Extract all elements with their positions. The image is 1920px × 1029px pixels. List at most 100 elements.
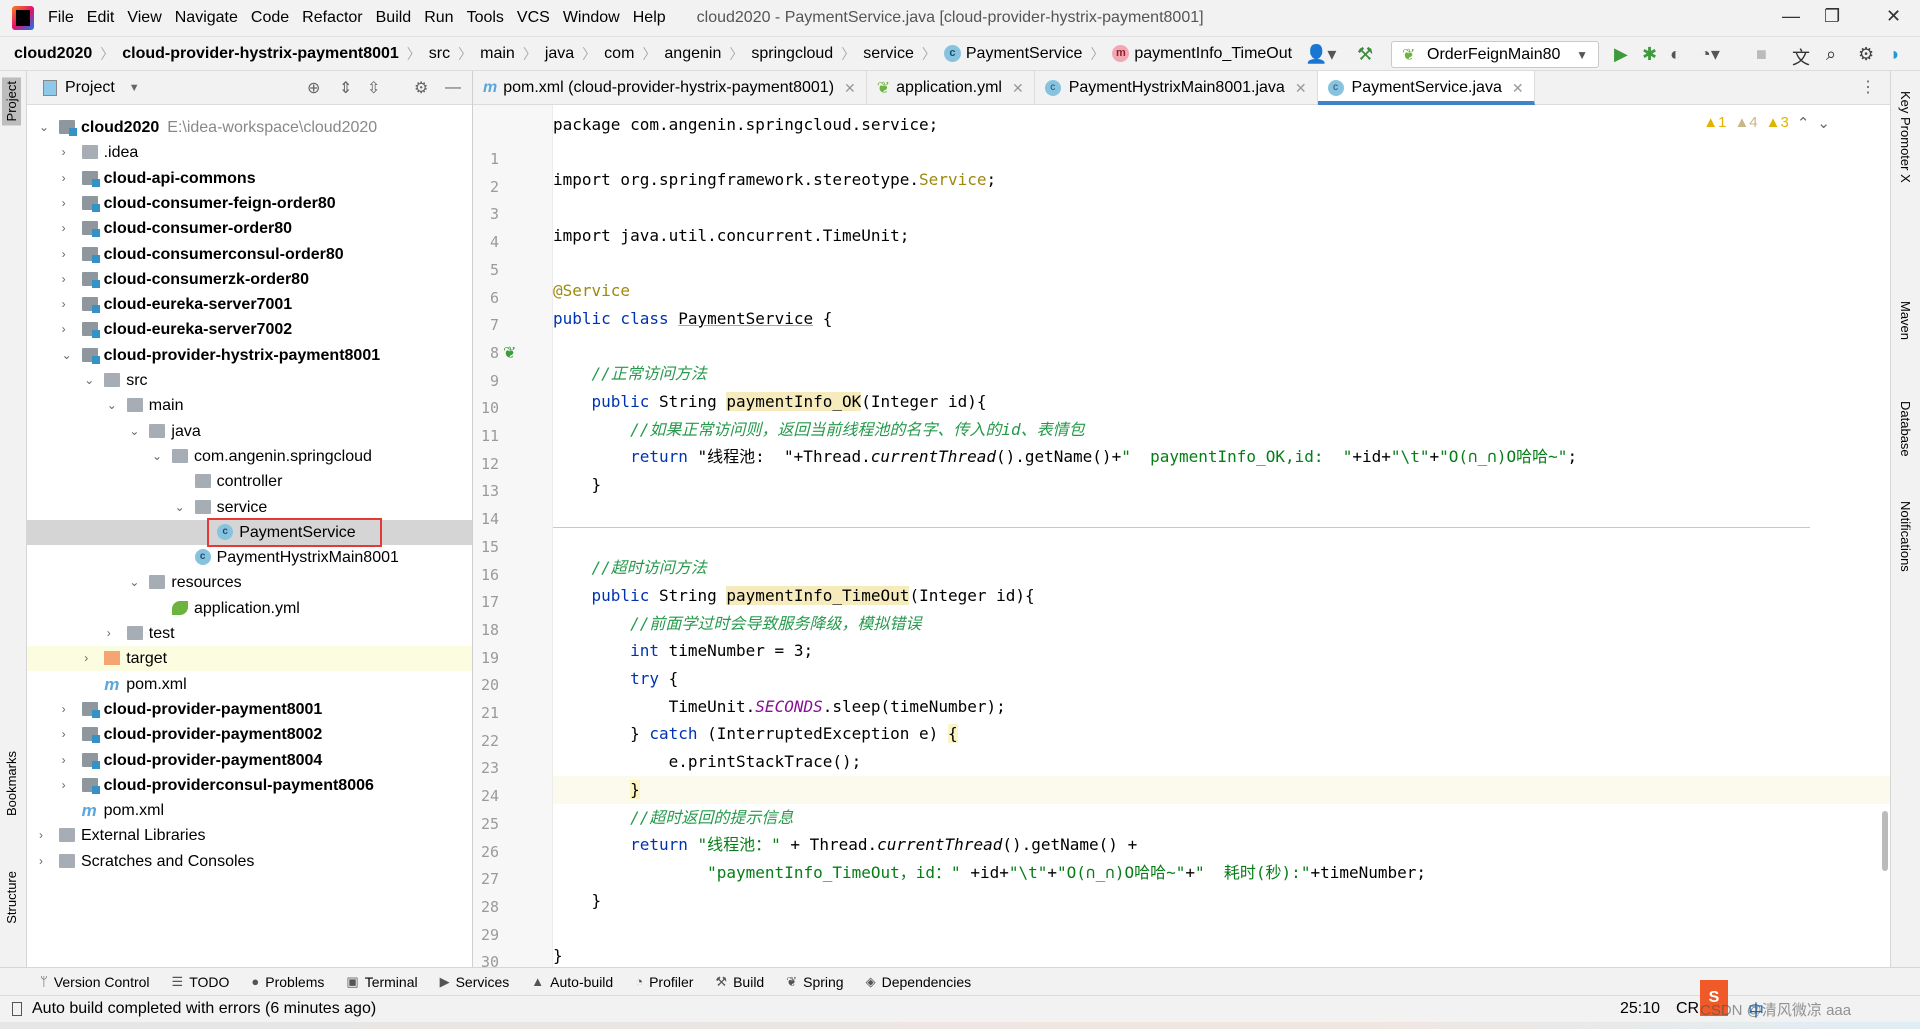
chevron-right-icon[interactable]: › [62,748,66,773]
profile-icon[interactable]: ◔▾ [1700,44,1720,65]
more-tabs-icon[interactable]: ⋮ [1860,77,1876,97]
chevron-right-icon[interactable]: › [62,216,66,241]
tree-item[interactable]: › cloud-provider-payment8002 [27,722,472,747]
chevron-down-icon[interactable]: ▼ [129,82,140,94]
locate-icon[interactable]: ⊕ [307,78,320,98]
chevron-right-icon[interactable]: › [62,317,66,342]
tree-item[interactable]: › cloud-eureka-server7001 [27,292,472,317]
editor-tab[interactable]: m pom.xml (cloud-provider-hystrix-payment… [473,71,867,105]
coverage-icon[interactable]: ◐ [1670,44,1681,65]
close-tab-icon[interactable]: ✕ [844,80,856,97]
tool-window-dependencies[interactable]: ◈ Dependencies [866,974,972,990]
tree-item[interactable]: application.yml [27,596,472,621]
breadcrumb-item[interactable]: m paymentInfo_TimeOut [1112,45,1292,63]
tool-window-terminal[interactable]: ▣ Terminal [346,974,417,990]
stop-icon[interactable]: ■ [1756,44,1767,65]
run-config-select[interactable]: ❦ OrderFeignMain80 ▼ [1391,41,1599,68]
close-tab-icon[interactable]: ✕ [1512,80,1524,97]
breadcrumb-item[interactable]: cloud2020 [14,45,92,63]
tree-item[interactable]: ⌄ service [27,495,472,520]
spring-bean-gutter-icon[interactable]: ❦ [503,343,516,363]
tree-item[interactable]: › test [27,621,472,646]
tree-item[interactable]: › cloud-consumerzk-order80 [27,267,472,292]
expand-all-icon[interactable]: ⇕ [339,78,352,98]
breadcrumb-item[interactable]: c PaymentService [943,45,1082,63]
search-icon[interactable]: ⌕ [1826,44,1836,65]
chevron-down-icon[interactable]: ⌄ [84,368,94,393]
chevron-down-icon[interactable]: ⌄ [175,495,185,520]
menu-view[interactable]: View [127,9,161,27]
run-icon[interactable]: ▶ [1614,44,1628,65]
editor-tab[interactable]: c PaymentHystrixMain8001.java ✕ [1035,71,1318,105]
tool-tab-project[interactable]: Project [2,77,21,126]
chevron-down-icon[interactable]: ⌄ [152,444,162,469]
tool-window-build[interactable]: ⚒ Build [715,974,764,990]
chevron-right-icon[interactable]: › [62,292,66,317]
tool-window-todo[interactable]: ☰ TODO [172,974,230,990]
caret-position[interactable]: 25:10 [1620,1000,1660,1018]
tool-window-services[interactable]: ▶ Services [440,974,510,990]
chevron-right-icon[interactable]: › [62,697,66,722]
menu-edit[interactable]: Edit [87,9,115,27]
tree-item[interactable]: › cloud-eureka-server7002 [27,317,472,342]
tree-item[interactable]: › cloud-api-commons [27,166,472,191]
tree-item[interactable]: › target [27,646,472,672]
tree-item[interactable]: ⌄ main [27,393,472,418]
tree-item[interactable]: m pom.xml [27,798,472,823]
tree-item[interactable]: ⌄ java [27,419,472,444]
menu-build[interactable]: Build [376,9,412,27]
chevron-right-icon[interactable]: › [84,646,88,671]
chevron-right-icon[interactable]: › [62,166,66,191]
tool-window-auto-build[interactable]: ▲ Auto-build [531,974,613,990]
close-tab-icon[interactable]: ✕ [1012,80,1024,97]
breadcrumb-item[interactable]: src [429,45,450,63]
tool-window-spring[interactable]: ❦ Spring [786,974,843,990]
tree-item[interactable]: › cloud-consumerconsul-order80 [27,242,472,267]
tree-item[interactable]: ⌄ com.angenin.springcloud [27,444,472,469]
editor-tab[interactable]: ❦ application.yml ✕ [867,71,1035,105]
tree-item[interactable]: › .idea [27,140,472,165]
menu-run[interactable]: Run [424,9,453,27]
inspection-widget[interactable]: ▲1 ▲4 ▲3 ⌃ ⌄ [1703,114,1830,132]
collapse-all-icon[interactable]: ⇳ [367,78,380,98]
breadcrumb-item[interactable]: main [480,45,515,63]
menu-file[interactable]: File [48,9,74,27]
tool-tab-structure[interactable]: Structure [4,871,19,924]
tree-item[interactable]: ⌄ resources [27,570,472,595]
chevron-right-icon[interactable]: › [39,823,43,848]
tree-item[interactable]: m pom.xml [27,672,472,697]
debug-icon[interactable]: ✱ [1642,44,1657,65]
tree-item[interactable]: › cloud-consumer-feign-order80 [27,191,472,216]
chevron-down-icon[interactable]: ⌄ [107,393,117,418]
tree-item[interactable]: ⌄ cloud2020 E:\idea-workspace\cloud2020 [27,115,472,140]
tree-item[interactable]: › Scratches and Consoles [27,849,472,874]
chevron-right-icon[interactable]: › [62,191,66,216]
close-button[interactable]: ✕ [1886,6,1901,27]
chevron-down-icon[interactable]: ⌄ [129,419,139,444]
tree-item[interactable]: ⌄ cloud-provider-hystrix-payment8001 [27,343,472,368]
menu-refactor[interactable]: Refactor [302,9,362,27]
chevron-right-icon[interactable]: › [62,722,66,747]
tool-tab-maven[interactable]: Maven [1898,301,1913,340]
chevron-right-icon[interactable]: › [62,267,66,292]
tool-window-problems[interactable]: ● Problems [251,974,324,990]
tree-item[interactable]: › cloud-providerconsul-payment8006 [27,773,472,798]
breadcrumb-item[interactable]: java [545,45,574,63]
chevron-right-icon[interactable]: › [107,621,111,646]
chevron-right-icon[interactable]: › [62,773,66,798]
breadcrumb-item[interactable]: cloud-provider-hystrix-payment8001 [122,45,399,63]
breadcrumb-item[interactable]: springcloud [751,45,833,63]
tree-item[interactable]: › cloud-provider-payment8004 [27,748,472,773]
close-tab-icon[interactable]: ✕ [1295,80,1307,97]
chevron-down-icon[interactable]: ⌄ [39,115,49,140]
breadcrumb-item[interactable]: service [863,45,914,63]
gear-icon[interactable]: ⚙ [414,78,428,98]
user-icon[interactable]: 👤▾ [1305,44,1336,65]
chevron-down-icon[interactable]: ⌄ [129,570,139,595]
status-toggle-icon[interactable] [12,1002,22,1016]
chevron-right-icon[interactable]: › [62,242,66,267]
tool-tab-key-promoter[interactable]: Key Promoter X [1898,91,1913,183]
tree-item[interactable]: c PaymentHystrixMain8001 [27,545,472,570]
tree-item[interactable]: › cloud-provider-payment8001 [27,697,472,722]
menu-code[interactable]: Code [251,9,289,27]
